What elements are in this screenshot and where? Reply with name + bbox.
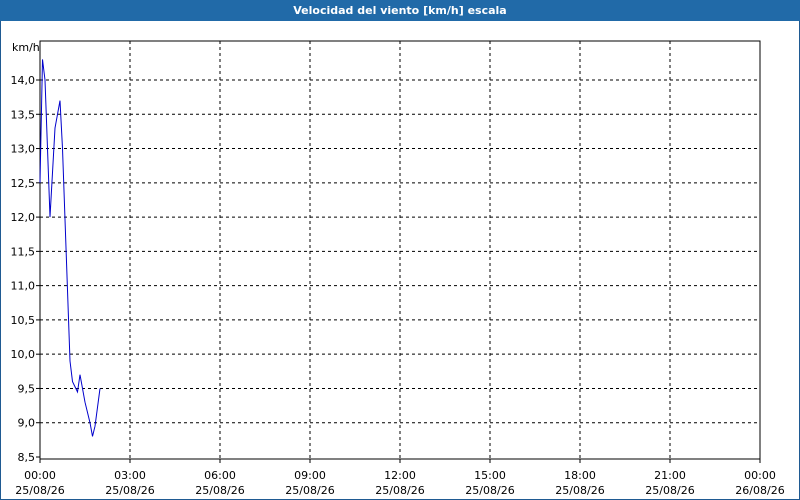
y-tick-label: 9,5 bbox=[18, 382, 36, 395]
x-tick-time-label: 21:00 bbox=[654, 469, 686, 482]
x-tick-time-label: 18:00 bbox=[564, 469, 596, 482]
x-tick-date-label: 25/08/26 bbox=[195, 484, 244, 497]
y-tick-label: 14,0 bbox=[11, 74, 36, 87]
x-tick-date-label: 25/08/26 bbox=[465, 484, 514, 497]
y-tick-label: 9,0 bbox=[18, 417, 36, 430]
y-tick-label: 13,0 bbox=[11, 143, 36, 156]
x-tick-date-label: 25/08/26 bbox=[105, 484, 154, 497]
x-tick-date-label: 25/08/26 bbox=[555, 484, 604, 497]
y-tick-label: 11,0 bbox=[11, 280, 36, 293]
y-tick-label: 12,5 bbox=[11, 177, 36, 190]
x-tick-date-label: 25/08/26 bbox=[375, 484, 424, 497]
y-tick-label: 12,0 bbox=[11, 211, 36, 224]
x-tick-time-label: 00:00 bbox=[24, 469, 56, 482]
y-tick-label: 8,5 bbox=[18, 451, 36, 464]
x-tick-time-label: 12:00 bbox=[384, 469, 416, 482]
x-tick-date-label: 25/08/26 bbox=[15, 484, 64, 497]
y-tick-label: 11,5 bbox=[11, 245, 36, 258]
y-tick-label: 10,5 bbox=[11, 314, 36, 327]
x-axis-ticks: 00:00 25/08/26 03:00 25/08/26 06:00 25/08/26 0… bbox=[15, 459, 785, 497]
x-tick-time-label: 03:00 bbox=[114, 469, 146, 482]
x-tick-date-label: 25/08/26 bbox=[645, 484, 694, 497]
y-tick-label: 10,0 bbox=[11, 348, 36, 361]
wind-speed-chart: 8,5 9,0 9,5 10,0 10,5 11,0 11,5 12,0 12,5 13,0 13,… bbox=[11, 40, 785, 497]
x-tick-date-label: 26/08/26 bbox=[735, 484, 784, 497]
y-axis-ticks: 8,5 9,0 9,5 10,0 10,5 11,0 11,5 12,0 12,5 13,0 13,… bbox=[11, 74, 40, 464]
x-tick-time-label: 09:00 bbox=[294, 469, 326, 482]
x-tick-time-label: 00:00 bbox=[744, 469, 776, 482]
x-tick-date-label: 25/08/26 bbox=[285, 484, 334, 497]
y-axis-unit-label: km/h bbox=[12, 41, 40, 54]
x-tick-time-label: 15:00 bbox=[474, 469, 506, 482]
y-tick-label: 13,5 bbox=[11, 108, 36, 121]
x-tick-time-label: 06:00 bbox=[204, 469, 236, 482]
